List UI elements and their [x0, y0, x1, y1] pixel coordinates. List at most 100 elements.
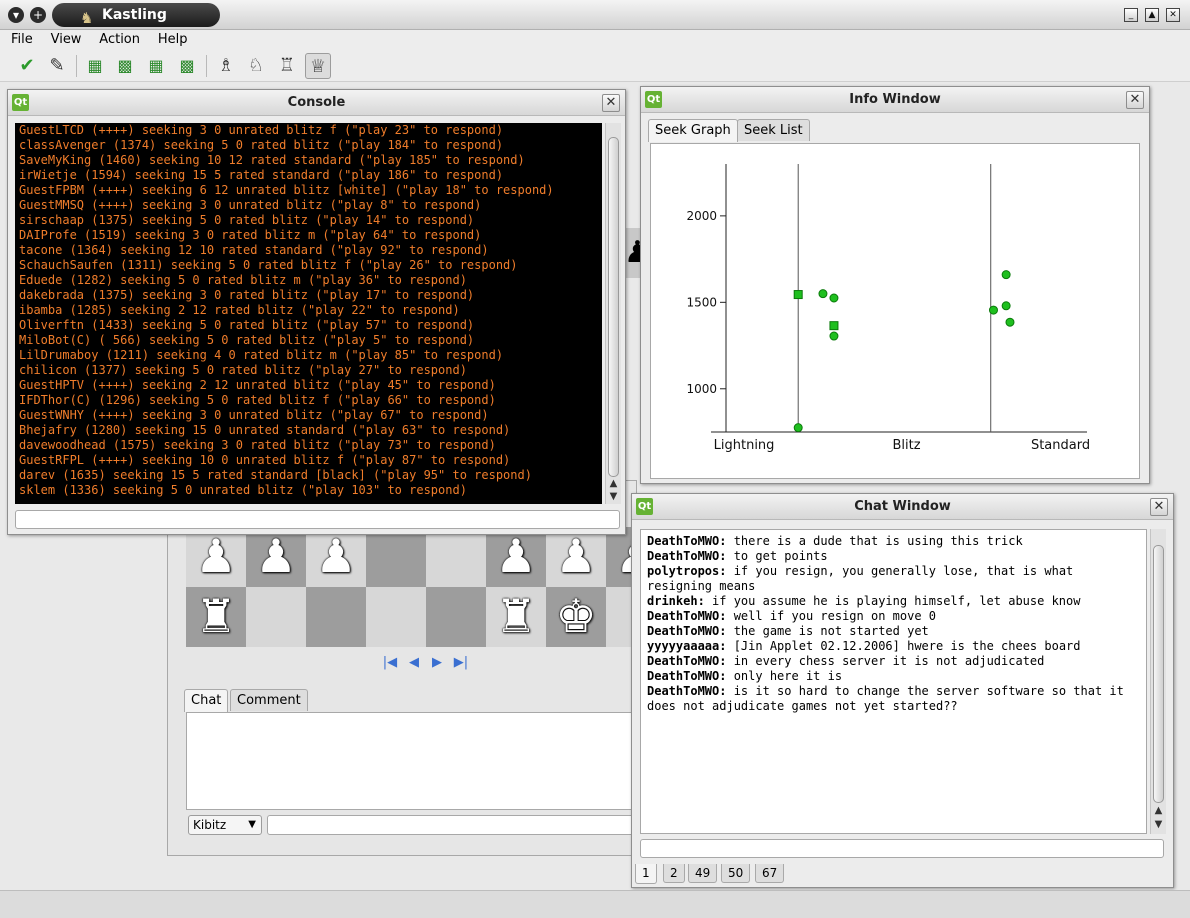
console-line: irWietje (1594) seeking 15 5 rated stand…: [19, 168, 504, 182]
console-line: GuestFPBM (++++) seeking 6 12 unrated bl…: [19, 183, 554, 197]
sticky-icon[interactable]: +: [30, 7, 46, 23]
channel-tab[interactable]: 49: [688, 864, 718, 883]
chat-input[interactable]: [640, 839, 1164, 858]
seek-graph[interactable]: 1000 1500 2000 Lightning Blitz Standard: [650, 143, 1140, 479]
channel-tab[interactable]: 1: [635, 864, 657, 884]
white-pawn-icon[interactable]: ♟: [306, 527, 366, 587]
window-menu-icon[interactable]: ▾: [8, 7, 24, 23]
square[interactable]: [246, 587, 306, 647]
chat-log[interactable]: DeathToMWO: there is a dude that is usin…: [640, 529, 1147, 834]
scroll-down-icon[interactable]: ▼: [1151, 818, 1166, 832]
scroll-up-icon[interactable]: ▲: [1151, 804, 1166, 818]
seek-point-circle: [988, 305, 998, 315]
chess-board[interactable]: ♟ ♟ ♟ ♟ ♟ ♟ ♜ ♜ ♚: [186, 527, 636, 647]
tab-chat[interactable]: Chat: [184, 689, 229, 712]
menu-action[interactable]: Action: [92, 30, 147, 49]
console-line: GuestWNHY (++++) seeking 3 0 unrated bli…: [19, 408, 489, 422]
next-move-icon[interactable]: ▶: [428, 654, 446, 672]
white-pawn-icon[interactable]: ♟: [486, 527, 546, 587]
rook-icon[interactable]: ♖: [274, 53, 300, 79]
knight-icon[interactable]: ♘: [243, 53, 269, 79]
minimize-button[interactable]: _: [1124, 8, 1138, 22]
tab-seek-list[interactable]: Seek List: [737, 119, 810, 141]
channel-tab[interactable]: 50: [721, 864, 751, 883]
queen-icon[interactable]: ♕: [305, 53, 331, 79]
move-navigation: |◀ ◀ ▶ ▶|: [381, 654, 481, 672]
console-line: Oliverftn (1433) seeking 5 0 rated blitz…: [19, 318, 475, 332]
draw-offer-icon[interactable]: ✎: [44, 53, 70, 79]
white-pawn-icon[interactable]: ♟: [186, 527, 246, 587]
maximize-button[interactable]: ▲: [1145, 8, 1159, 22]
channel-tab[interactable]: 67: [755, 864, 785, 883]
board-close-icon[interactable]: ▦: [143, 53, 169, 79]
white-pawn-icon[interactable]: ♟: [246, 527, 306, 587]
scroll-up-icon[interactable]: ▲: [606, 477, 621, 491]
tab-comment[interactable]: Comment: [230, 689, 308, 711]
tab-seek-graph[interactable]: Seek Graph: [648, 119, 738, 142]
seek-point-circle: [1001, 270, 1011, 280]
console-line: GuestLTCD (++++) seeking 3 0 unrated bli…: [19, 123, 504, 137]
channel-tab[interactable]: 2: [663, 864, 685, 883]
square[interactable]: [306, 587, 366, 647]
square[interactable]: [426, 527, 486, 587]
first-move-icon[interactable]: |◀: [381, 654, 399, 672]
menu-file[interactable]: File: [4, 30, 40, 49]
chat-sender: polytropos:: [647, 564, 727, 578]
console-line: Bhejafry (1280) seeking 15 0 unrated sta…: [19, 423, 511, 437]
app-title: Kastling: [102, 7, 167, 23]
kibitz-select[interactable]: Kibitz ▼: [188, 815, 262, 835]
toolbar-separator: [206, 55, 207, 77]
close-info-button[interactable]: ✕: [1126, 91, 1144, 109]
scroll-down-icon[interactable]: ▼: [606, 490, 621, 504]
x-tick-label: Standard: [1031, 438, 1090, 453]
game-chat-input[interactable]: [267, 815, 637, 835]
menu-view[interactable]: View: [44, 30, 89, 49]
last-move-icon[interactable]: ▶|: [452, 654, 470, 672]
chat-sender: DeathToMWO:: [647, 609, 727, 623]
scroll-thumb[interactable]: [608, 137, 619, 477]
close-chat-button[interactable]: ✕: [1150, 498, 1168, 516]
close-window-button[interactable]: ✕: [1166, 8, 1180, 22]
kibitz-value: Kibitz: [193, 818, 227, 832]
accept-icon[interactable]: ✔: [14, 53, 40, 79]
white-rook-icon[interactable]: ♜: [486, 587, 546, 647]
chat-sender: yyyyyaaaaa:: [647, 639, 727, 653]
chat-text: there is a dude that is using this trick: [726, 534, 1023, 548]
white-rook-icon[interactable]: ♜: [186, 587, 246, 647]
qt-icon: Qt: [645, 91, 662, 108]
white-pawn-icon[interactable]: ♟: [546, 527, 606, 587]
seek-point-circle: [1001, 301, 1011, 311]
chat-scrollbar[interactable]: ▲ ▼: [1150, 529, 1166, 834]
menu-help[interactable]: Help: [151, 30, 195, 49]
console-input[interactable]: [15, 510, 620, 529]
square[interactable]: [426, 587, 486, 647]
chat-sender: DeathToMWO:: [647, 624, 727, 638]
chat-titlebar[interactable]: Qt Chat Window ✕: [632, 494, 1173, 520]
chat-message: DeathToMWO: is it so hard to change the …: [647, 684, 1140, 714]
console-line: chilicon (1377) seeking 5 0 rated blitz …: [19, 363, 467, 377]
console-line: davewoodhead (1575) seeking 3 0 rated bl…: [19, 438, 496, 452]
square[interactable]: [366, 587, 426, 647]
console-line: dakebrada (1375) seeking 3 0 rated blitz…: [19, 288, 475, 302]
board-setup-icon[interactable]: ▩: [174, 53, 200, 79]
chat-sender: DeathToMWO:: [647, 654, 727, 668]
previous-move-icon[interactable]: ◀: [405, 654, 423, 672]
game-tabs: Chat Comment: [184, 689, 384, 712]
console-line: sklem (1336) seeking 5 0 unrated blitz (…: [19, 483, 467, 497]
console-line: SaveMyKing (1460) seeking 10 12 rated st…: [19, 153, 525, 167]
console-output[interactable]: GuestLTCD (++++) seeking 3 0 unrated bli…: [15, 123, 602, 504]
bishop-icon[interactable]: ♗: [213, 53, 239, 79]
chat-text: if you assume he is playing himself, let…: [704, 594, 1081, 608]
white-king-icon[interactable]: ♚: [546, 587, 606, 647]
scroll-thumb[interactable]: [1153, 545, 1164, 803]
info-titlebar[interactable]: Qt Info Window ✕: [641, 87, 1149, 113]
close-console-button[interactable]: ✕: [602, 94, 620, 112]
board-flip-icon[interactable]: ▩: [112, 53, 138, 79]
console-scrollbar[interactable]: ▲ ▼: [605, 123, 621, 504]
chat-message: DeathToMWO: only here it is: [647, 669, 1140, 684]
board-resign-icon[interactable]: ▦: [82, 53, 108, 79]
console-titlebar[interactable]: Qt Console ✕: [8, 90, 625, 116]
game-chat-area[interactable]: [186, 712, 636, 810]
square[interactable]: [366, 527, 426, 587]
seek-point-square: [793, 290, 803, 300]
